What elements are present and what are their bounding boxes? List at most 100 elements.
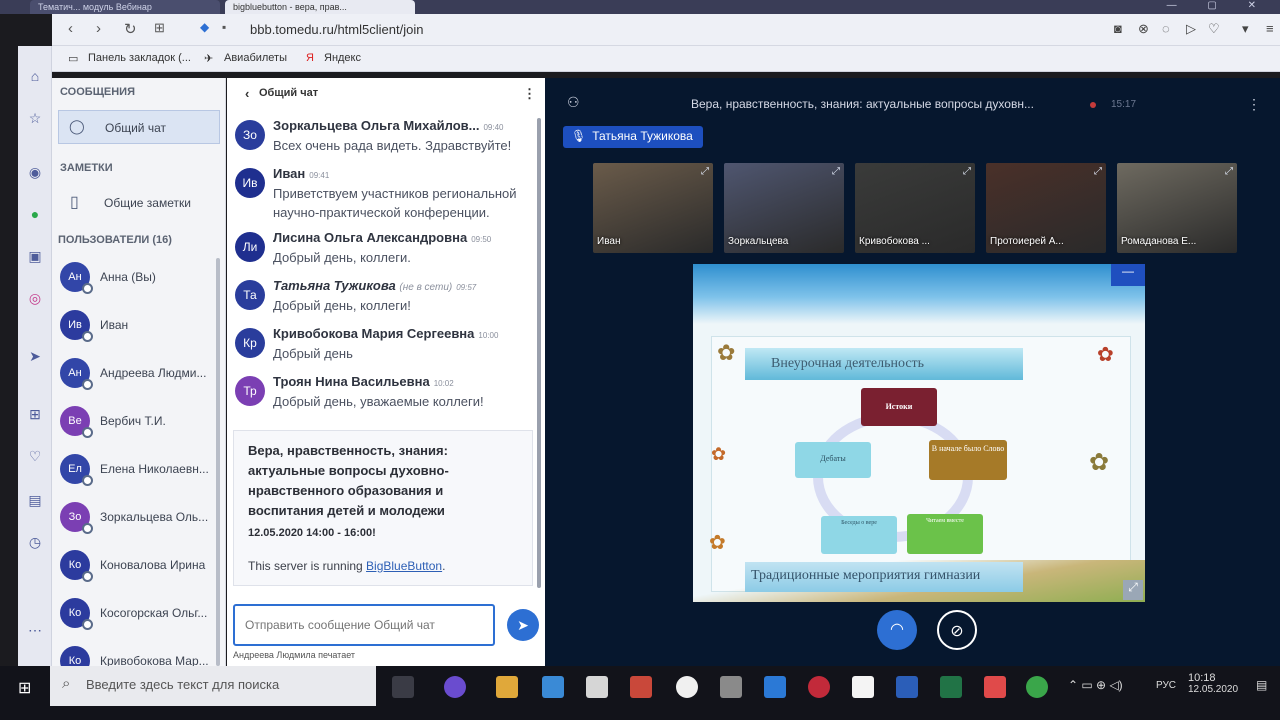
camera-icon[interactable]: ◙ bbox=[1114, 21, 1122, 36]
user-item[interactable]: Зо Зоркальцева Оль... bbox=[60, 498, 220, 538]
headphones-icon: ◠ bbox=[890, 621, 904, 638]
favorite-icon[interactable]: ♡ bbox=[1208, 21, 1220, 37]
windows-start-icon[interactable]: ⊞ bbox=[18, 678, 31, 698]
home-icon[interactable]: ⌂ bbox=[25, 66, 45, 86]
heart-icon[interactable]: ♡ bbox=[25, 446, 45, 466]
webcam-tile[interactable]: ⤢ Иван bbox=[593, 163, 713, 253]
public-chat-item[interactable]: ◯ Общий чат bbox=[58, 110, 220, 144]
vk-icon[interactable]: ▣ bbox=[25, 246, 45, 266]
fullscreen-icon[interactable]: ⤢ bbox=[1123, 580, 1143, 600]
bookmark-avia[interactable]: Авиабилеты bbox=[224, 52, 287, 64]
avatar-initials: Ве bbox=[68, 415, 82, 427]
webcam-tile[interactable]: ⤢ Ромаданова Е... bbox=[1117, 163, 1237, 253]
excel-icon[interactable] bbox=[940, 676, 962, 698]
avatar: Ко bbox=[60, 550, 93, 582]
message-header: Иван 09:41 bbox=[273, 166, 329, 181]
chat-input-box[interactable] bbox=[233, 604, 495, 646]
yandex-icon[interactable] bbox=[984, 676, 1006, 698]
mail-icon[interactable] bbox=[542, 676, 564, 698]
window-controls[interactable]: — ▢ ✕ bbox=[1167, 0, 1270, 11]
chat-options-icon[interactable]: ⋮ bbox=[523, 86, 536, 102]
bookmark-panel[interactable]: Панель закладок (... bbox=[88, 52, 191, 64]
instagram-icon[interactable]: ◎ bbox=[25, 288, 45, 308]
cart-icon[interactable]: ▾ bbox=[1242, 21, 1249, 37]
user-item[interactable]: Ив Иван bbox=[60, 306, 220, 346]
file-icon[interactable] bbox=[852, 676, 874, 698]
alice-icon[interactable] bbox=[444, 676, 466, 698]
user-item[interactable]: Ан Андреева Людми... bbox=[60, 354, 220, 394]
vpn-icon[interactable]: ◌ bbox=[1162, 21, 1170, 36]
forward-icon[interactable]: › bbox=[96, 20, 101, 37]
webcam-tile[interactable]: ⤢ Зоркальцева bbox=[724, 163, 844, 253]
chrome-icon[interactable] bbox=[1026, 676, 1048, 698]
minimize-slide-button[interactable]: — bbox=[1111, 264, 1145, 286]
yandex-browser-icon[interactable] bbox=[676, 676, 698, 698]
chat-scrollbar[interactable] bbox=[537, 118, 541, 588]
talking-indicator[interactable]: 🎙 Татьяна Тужикова bbox=[563, 126, 703, 148]
browser-tab[interactable]: Тематич... модуль Вебинар bbox=[30, 0, 220, 14]
user-item[interactable]: Ан Анна (Вы) bbox=[60, 258, 220, 298]
more-icon[interactable]: ⋯ bbox=[25, 620, 45, 640]
send-button[interactable]: ➤ bbox=[507, 609, 539, 641]
avatar: Тр bbox=[235, 376, 265, 406]
play-icon[interactable]: ▷ bbox=[1186, 21, 1196, 37]
media-icon[interactable] bbox=[630, 676, 652, 698]
star-icon[interactable]: ☆ bbox=[25, 108, 45, 128]
whatsapp-icon[interactable]: ● bbox=[25, 204, 45, 224]
opera-icon[interactable] bbox=[808, 676, 830, 698]
webcam-tile[interactable]: ⤢ Протоиерей А... bbox=[986, 163, 1106, 253]
user-item[interactable]: Ве Вербич Т.И. bbox=[60, 402, 220, 442]
user-item[interactable]: Ко Косогорская Ольг... bbox=[60, 594, 220, 634]
expand-icon[interactable]: ⤢ bbox=[1225, 166, 1233, 177]
news-icon[interactable]: ▤ bbox=[25, 490, 45, 510]
notifications-icon[interactable]: ▤ bbox=[1256, 678, 1267, 692]
taskbar-search[interactable]: ⌕ Введите здесь текст для поиска bbox=[50, 666, 376, 706]
user-item[interactable]: Ел Елена Николаевн... bbox=[60, 450, 220, 490]
explorer-icon[interactable] bbox=[496, 676, 518, 698]
video-button[interactable]: ⊘ bbox=[937, 610, 977, 650]
expand-icon[interactable]: ⤢ bbox=[832, 166, 840, 177]
shared-notes-item[interactable]: ▯ Общие заметки bbox=[58, 186, 220, 220]
adblock-icon[interactable]: ⊗ bbox=[1138, 21, 1149, 37]
bookmark-yandex[interactable]: Яндекс bbox=[324, 52, 361, 64]
task-view-icon[interactable] bbox=[392, 676, 414, 698]
messenger-icon[interactable]: ◉ bbox=[25, 162, 45, 182]
avatar-initials: Ел bbox=[68, 463, 82, 475]
chevron-left-icon[interactable]: ‹ bbox=[245, 86, 249, 101]
clock-date: 12.05.2020 bbox=[1188, 684, 1239, 695]
audio-button[interactable]: ◠ bbox=[877, 610, 917, 650]
clock-icon[interactable]: ◷ bbox=[25, 532, 45, 552]
url-field[interactable]: bbb.tomedu.ru/html5client/join bbox=[250, 22, 423, 37]
language-indicator[interactable]: РУС bbox=[1156, 680, 1176, 691]
browser-tab-active[interactable]: bigbluebutton - вера, прав... bbox=[225, 0, 415, 14]
user-item[interactable]: Ко Коновалова Ирина bbox=[60, 546, 220, 586]
options-icon[interactable]: ⋮ bbox=[1247, 96, 1261, 113]
store-icon[interactable] bbox=[586, 676, 608, 698]
bigbluebutton-link[interactable]: BigBlueButton bbox=[366, 559, 442, 573]
welcome-title: Вера, нравственность, знания: актуальные… bbox=[248, 443, 449, 518]
expand-icon[interactable]: ⤢ bbox=[701, 166, 709, 177]
shield-icon[interactable]: ◆ bbox=[200, 20, 209, 34]
expand-icon[interactable]: ⤢ bbox=[963, 166, 971, 177]
user-icon[interactable]: ⚇ bbox=[567, 94, 580, 111]
menu-icon[interactable]: ≡ bbox=[1266, 21, 1274, 36]
webcam-tile[interactable]: ⤢ Кривобокова ... bbox=[855, 163, 975, 253]
recording-indicator[interactable] bbox=[1090, 102, 1096, 108]
grid-icon[interactable]: ⊞ bbox=[25, 404, 45, 424]
webcam-name: Кривобокова ... bbox=[859, 236, 930, 247]
user-list-scrollbar[interactable] bbox=[216, 258, 220, 666]
expand-icon[interactable]: ⤢ bbox=[1094, 166, 1102, 177]
reload-icon[interactable]: ↻ bbox=[124, 20, 137, 38]
back-icon[interactable]: ‹ bbox=[68, 20, 73, 37]
clock[interactable]: 10:18 12.05.2020 bbox=[1188, 672, 1238, 695]
leaf-icon: ✿ bbox=[711, 444, 727, 464]
word-icon[interactable] bbox=[896, 676, 918, 698]
tray-icons[interactable]: ⌃ ▭ ⊕ ◁) bbox=[1068, 678, 1123, 692]
status-icon bbox=[82, 571, 93, 582]
edge-icon[interactable] bbox=[764, 676, 786, 698]
chat-input[interactable] bbox=[235, 606, 493, 644]
tabs-grid-icon[interactable]: ⊞ bbox=[154, 20, 165, 36]
chat-panel: ‹ Общий чат ⋮ Зо Зоркальцева Ольга Михайл… bbox=[227, 78, 545, 666]
video-player-icon[interactable] bbox=[720, 676, 742, 698]
send-icon[interactable]: ➤ bbox=[25, 346, 45, 366]
